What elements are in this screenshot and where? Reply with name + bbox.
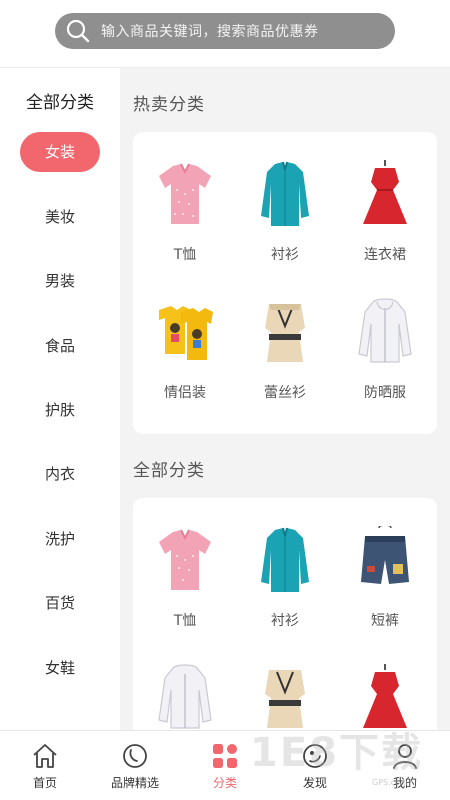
sidebar-item-men[interactable]: 男装 [20,261,100,301]
item-label: 蕾丝衫 [264,385,306,401]
bottom-tab-bar: 首页 品牌精选 分类 发现 我的 [0,730,450,800]
teal-shirt-icon [261,527,309,592]
hot-item-tshirt[interactable]: T恤 [135,160,235,264]
item-label: 短裤 [371,613,399,629]
item-label: 衬衫 [271,613,299,629]
tab-label: 分类 [212,776,237,790]
search-icon [65,18,91,44]
sidebar-item-washcare[interactable]: 洗护 [20,519,100,559]
item-label: 连衣裙 [364,247,406,263]
hot-section-title: 热卖分类 [133,95,205,115]
white-jacket-icon [158,664,212,729]
hot-item-sunscreen[interactable]: 防晒服 [335,298,435,402]
item-label: 情侣装 [164,385,206,401]
red-dress-icon [363,160,407,224]
brand-icon [123,744,147,768]
item-label: 衬衫 [271,247,299,263]
header: 输入商品关键词，搜索商品优惠券 [0,0,450,68]
sidebar-item-underwear[interactable]: 内衣 [20,454,100,494]
lace-blouse-icon [265,670,305,728]
tab-home[interactable]: 首页 [0,731,90,800]
tab-discover[interactable]: 发现 [270,731,360,800]
hot-item-couple[interactable]: 情侣装 [135,298,235,402]
all-item-shorts[interactable]: 短裤 [335,526,435,630]
search-placeholder: 输入商品关键词，搜索商品优惠券 [101,24,319,40]
discover-icon [303,744,327,768]
sidebar-item-skincare[interactable]: 护肤 [20,390,100,430]
category-content: 热卖分类 T恤 衬衫 连衣裙 情侣装 蕾丝衫 防晒服 全部分类 T恤 衬衫 短裤 [120,68,450,730]
tab-label: 品牌精选 [110,776,159,790]
teal-shirt-icon [261,161,309,226]
item-label: 防晒服 [364,385,406,401]
hot-item-dress[interactable]: 连衣裙 [335,160,435,264]
yellow-couple-tshirt-icon [159,306,213,360]
tab-label: 首页 [32,776,57,790]
all-item-shirt[interactable]: 衬衫 [235,526,335,630]
tab-brand[interactable]: 品牌精选 [90,731,180,800]
all-item-lace[interactable] [235,664,335,730]
tab-category[interactable]: 分类 [180,731,270,800]
profile-icon [393,744,417,769]
sidebar-item-womens-shoes[interactable]: 女鞋 [20,648,100,688]
item-label: T恤 [173,613,197,629]
hot-category-card: T恤 衬衫 连衣裙 情侣装 蕾丝衫 防晒服 [133,132,437,434]
sidebar-title: 全部分类 [26,93,94,113]
item-label: T恤 [173,247,197,263]
sidebar-item-general[interactable]: 百货 [20,583,100,623]
white-jacket-icon [358,298,412,363]
pink-polo-shirt-icon [159,529,211,590]
home-icon [33,744,57,768]
search-input[interactable]: 输入商品关键词，搜索商品优惠券 [55,13,395,49]
tab-label: 我的 [392,776,417,790]
sidebar-item-beauty[interactable]: 美妆 [20,197,100,237]
hot-item-lace[interactable]: 蕾丝衫 [235,298,335,402]
lace-blouse-icon [265,304,305,362]
denim-shorts-icon [361,526,409,584]
sidebar-item-food[interactable]: 食品 [20,326,100,366]
tab-profile[interactable]: 我的 [360,731,450,800]
all-item-jacket[interactable] [135,664,235,730]
category-grid-icon [213,744,237,768]
red-dress-icon [363,664,407,728]
all-item-dress[interactable] [335,664,435,730]
category-sidebar: 全部分类 女装 美妆 男装 食品 护肤 内衣 洗护 百货 女鞋 [0,68,120,730]
all-item-tshirt[interactable]: T恤 [135,526,235,630]
tab-label: 发现 [302,776,327,790]
sidebar-item-women[interactable]: 女装 [20,132,100,172]
all-section-title: 全部分类 [133,461,205,481]
pink-polo-shirt-icon [159,163,211,224]
all-category-card: T恤 衬衫 短裤 [133,498,437,730]
hot-item-shirt[interactable]: 衬衫 [235,160,335,264]
